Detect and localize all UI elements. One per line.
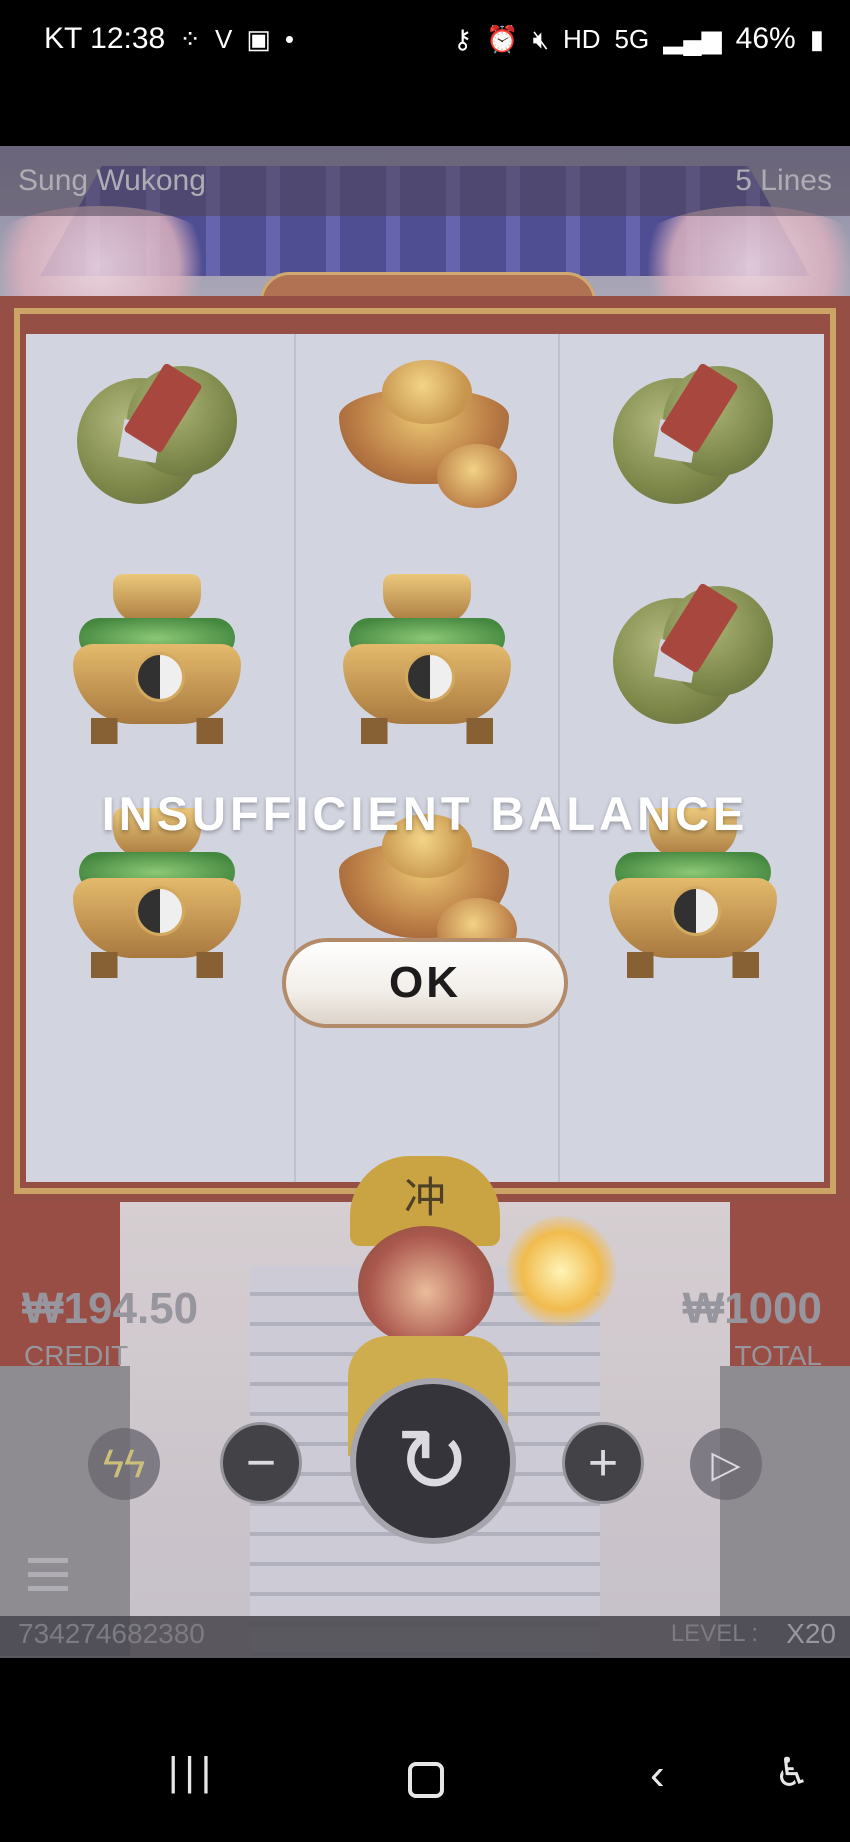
5g-icon: 5G (614, 24, 650, 54)
hd-icon: HD (562, 24, 601, 54)
notification-dot-icon: • (284, 24, 295, 54)
status-time: KT 12:38 (44, 22, 166, 55)
dots-icon: ⁘ (179, 24, 201, 54)
volte-icon: V (215, 24, 233, 54)
signal-icon: ▂▄▆ (663, 24, 722, 54)
battery-level: 46% (735, 22, 796, 55)
recent-apps-icon[interactable]: ||| (168, 1750, 217, 1795)
battery-icon: ▮ (809, 24, 824, 54)
accessibility-icon[interactable]: ♿︎ (774, 1750, 810, 1796)
alarm-icon: ⏰ (486, 24, 519, 54)
key-icon: ⚷ (453, 24, 473, 54)
navigation-bar: ||| ‹ ♿︎ (0, 1732, 850, 1842)
insufficient-balance-message: INSUFFICIENT BALANCE (101, 787, 749, 840)
mute-icon: 🔇︎ (532, 24, 549, 54)
back-icon[interactable]: ‹ (650, 1750, 665, 1800)
home-icon[interactable] (408, 1762, 444, 1798)
gallery-icon: ▣ (246, 24, 271, 54)
status-bar: KT 12:38 ⁘ V ▣ • ⚷ ⏰ 🔇︎ HD 5G ▂▄▆ 46% ▮ (0, 0, 850, 82)
ok-button[interactable]: OK (282, 938, 568, 1028)
modal-overlay (0, 146, 850, 1658)
